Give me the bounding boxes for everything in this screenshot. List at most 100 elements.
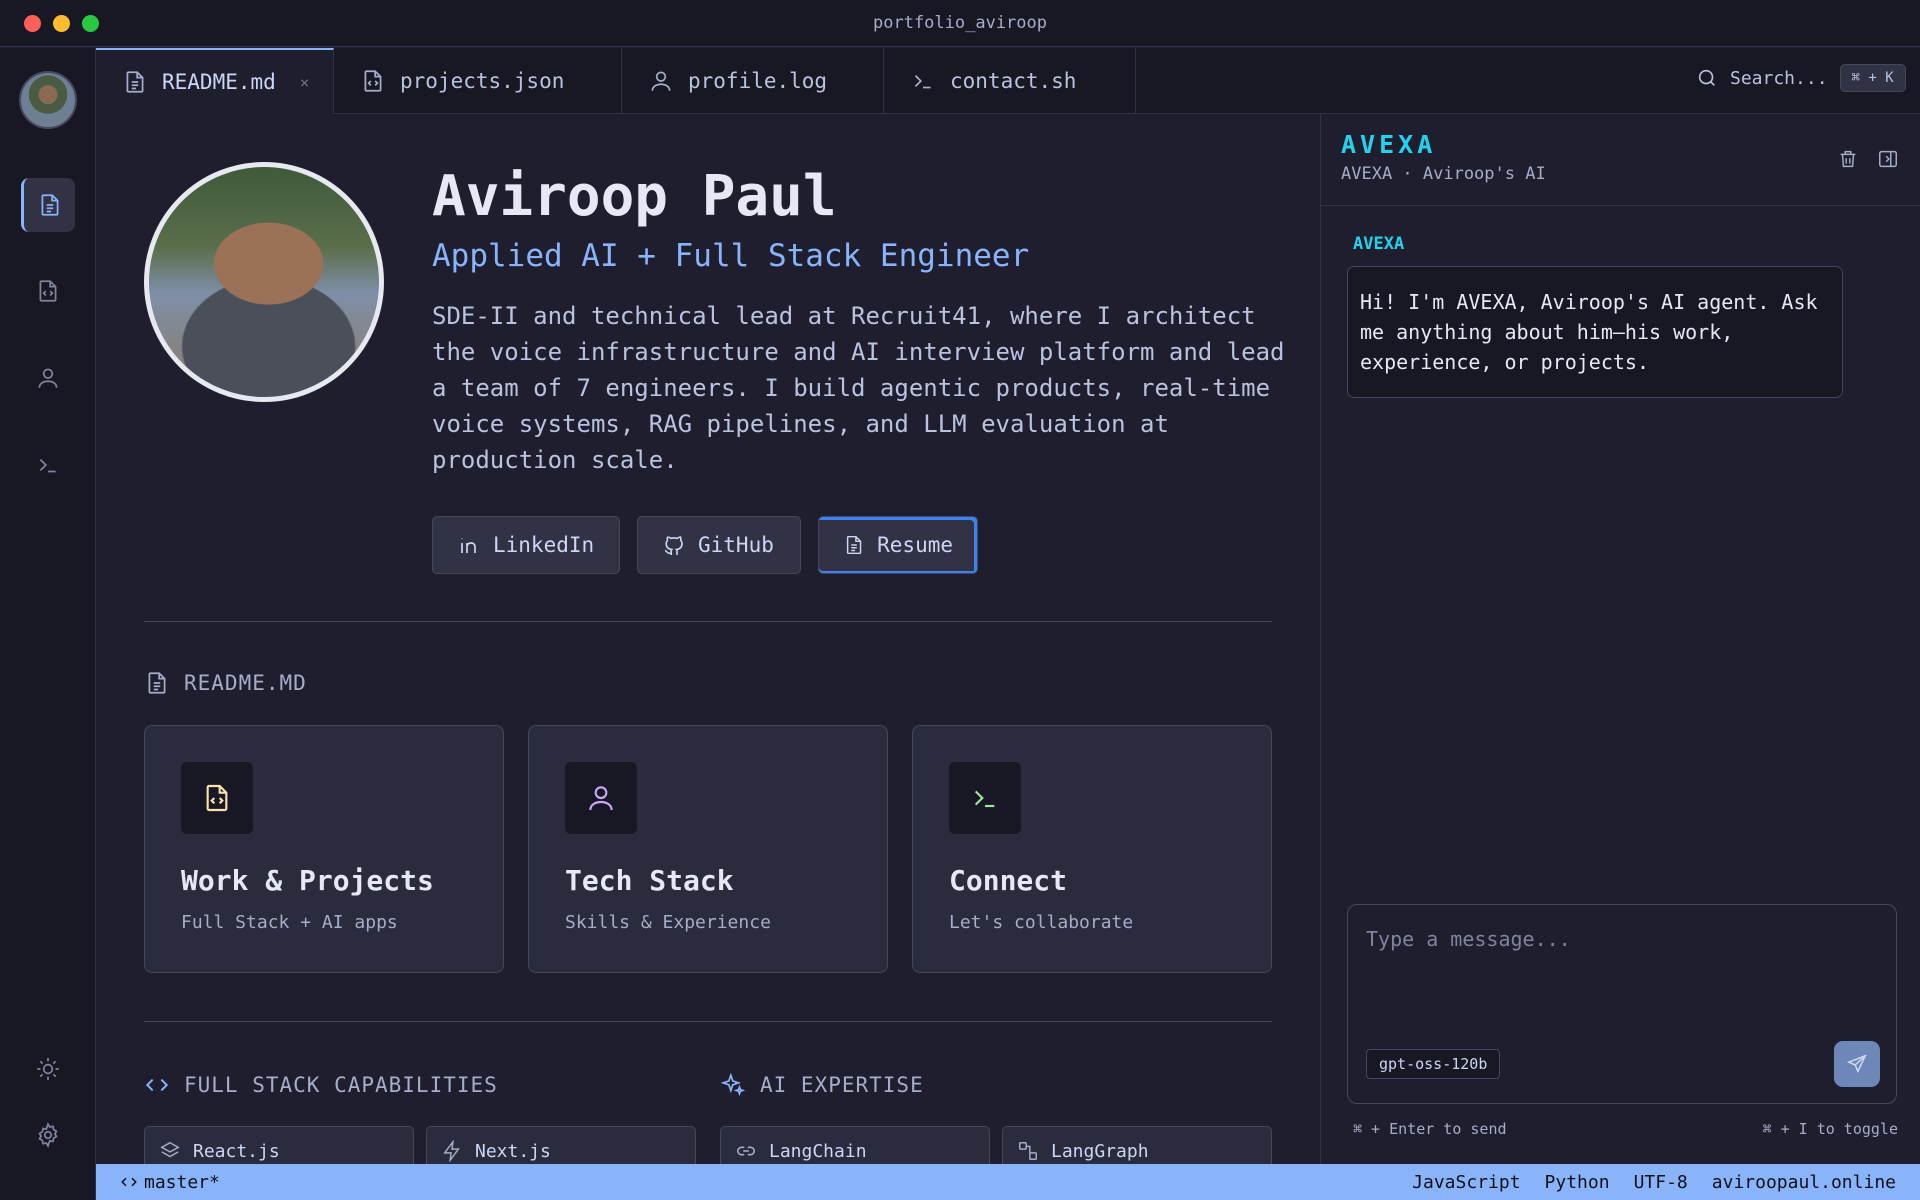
activity-profile-button[interactable] (21, 351, 75, 405)
theme-toggle-button[interactable] (21, 1042, 75, 1096)
chat-actions (1837, 148, 1899, 170)
user-icon (38, 368, 58, 388)
skill-chip-langchain: LangChain (720, 1126, 990, 1164)
tab-label: README.md (162, 70, 276, 94)
card-work-projects[interactable]: Work & Projects Full Stack + AI apps (144, 725, 504, 973)
linkedin-label: LinkedIn (493, 533, 595, 557)
resume-label: Resume (877, 533, 953, 557)
github-icon (664, 536, 683, 555)
send-hint: ⌘ + Enter to send (1353, 1120, 1507, 1138)
card-icon (565, 762, 637, 834)
avatar[interactable] (19, 71, 77, 129)
sun-icon (37, 1058, 59, 1080)
title-bar: portfolio_aviroop (0, 0, 1920, 47)
tab-profile[interactable]: profile.log (622, 48, 884, 114)
profile-photo (144, 162, 384, 402)
chat-header: AVEXA AVEXA · Aviroop's AI (1321, 114, 1920, 206)
layers-icon (160, 1141, 180, 1158)
message-input[interactable]: Type a message... (1366, 927, 1571, 951)
git-branch[interactable]: master* (120, 1172, 220, 1193)
file-code-icon (364, 70, 382, 92)
tab-label: profile.log (688, 69, 828, 93)
chat-message: Hi! I'm AVEXA, Aviroop's AI agent. Ask m… (1347, 266, 1843, 398)
status-domain[interactable]: aviroopaul.online (1712, 1172, 1896, 1193)
chat-brand: AVEXA (1341, 130, 1437, 159)
file-text-icon (41, 194, 58, 216)
model-selector[interactable]: gpt-oss-120b (1366, 1049, 1501, 1079)
linkedin-button[interactable]: LinkedIn (432, 516, 620, 574)
card-icon (181, 762, 253, 834)
github-label: GitHub (698, 533, 774, 557)
section-label: AI EXPERTISE (760, 1073, 924, 1097)
trash-icon[interactable] (1837, 148, 1859, 170)
card-title: Work & Projects (181, 864, 434, 897)
skill-chip-langgraph: LangGraph (1002, 1126, 1272, 1164)
settings-button[interactable] (21, 1108, 75, 1162)
code-icon (145, 1078, 169, 1092)
tab-label: projects.json (400, 69, 565, 93)
tab-contact[interactable]: contact.sh (884, 48, 1136, 114)
card-subtitle: Full Stack + AI apps (181, 912, 398, 933)
skill-label: LangGraph (1051, 1140, 1149, 1162)
file-text-icon (126, 71, 144, 93)
profile-role: Applied AI + Full Stack Engineer (432, 238, 1030, 274)
skill-label: LangChain (769, 1140, 867, 1162)
tab-projects[interactable]: projects.json (334, 48, 622, 114)
send-icon (1846, 1054, 1867, 1074)
send-button[interactable] (1834, 1041, 1880, 1087)
sidebar-toggle-icon[interactable] (1877, 148, 1899, 170)
card-connect[interactable]: Connect Let's collaborate (912, 725, 1272, 973)
card-subtitle: Let's collaborate (949, 912, 1134, 933)
branch-label: master* (144, 1171, 220, 1193)
profile-bio: SDE-II and technical lead at Recruit41, … (432, 302, 1285, 474)
file-text-icon (148, 672, 166, 694)
terminal-icon (39, 458, 56, 473)
activity-contact-button[interactable] (21, 438, 75, 492)
linkedin-icon (461, 538, 476, 553)
card-subtitle: Skills & Experience (565, 912, 771, 933)
skill-label: React.js (193, 1140, 280, 1162)
close-window-button[interactable] (24, 15, 41, 32)
readme-section-title: README.MD (144, 670, 307, 696)
ai-section-title: AI EXPERTISE (720, 1072, 924, 1098)
minimize-window-button[interactable] (53, 15, 70, 32)
skill-chip-nextjs: Next.js (426, 1126, 696, 1164)
chat-panel: AVEXA AVEXA · Aviroop's AI AVEXA Hi! I'm… (1320, 114, 1920, 1164)
status-bar: master* JavaScript Python UTF-8 aviroopa… (96, 1164, 1920, 1200)
section-label: README.MD (184, 671, 307, 695)
chat-subtitle: AVEXA · Aviroop's AI (1341, 164, 1546, 184)
resume-button[interactable]: Resume (818, 516, 978, 574)
sparkle-icon (720, 1072, 746, 1097)
maximize-window-button[interactable] (82, 15, 99, 32)
graph-icon (1019, 1142, 1037, 1160)
user-icon (651, 71, 671, 91)
activity-projects-button[interactable] (21, 264, 75, 318)
readme-content: Aviroop Paul Applied AI + Full Stack Eng… (96, 114, 1320, 1164)
status-language-python[interactable]: Python (1545, 1172, 1610, 1193)
search-shortcut: ⌘ + K (1839, 64, 1906, 92)
card-tech-stack[interactable]: Tech Stack Skills & Experience (528, 725, 888, 973)
card-icon (949, 762, 1021, 834)
search-label: Search... (1730, 67, 1828, 89)
search-icon (1698, 69, 1715, 86)
activity-bar (0, 48, 96, 1200)
status-language-js[interactable]: JavaScript (1412, 1172, 1520, 1193)
tab-bar: README.md × projects.json profile.log co… (96, 48, 1920, 114)
window-controls (24, 15, 99, 32)
search-button[interactable]: Search... ⌘ + K (1696, 64, 1906, 92)
skill-label: Next.js (475, 1140, 551, 1162)
gear-icon (38, 1122, 58, 1148)
tab-readme[interactable]: README.md × (96, 48, 334, 114)
message-composer[interactable]: Type a message... gpt-oss-120b (1347, 904, 1897, 1104)
github-button[interactable]: GitHub (637, 516, 801, 574)
message-author: AVEXA (1353, 234, 1405, 254)
section-label: FULL STACK CAPABILITIES (184, 1073, 498, 1097)
status-items: JavaScript Python UTF-8 aviroopaul.onlin… (1412, 1172, 1896, 1193)
activity-readme-button[interactable] (21, 178, 75, 232)
file-code-icon (39, 280, 57, 302)
card-title: Tech Stack (565, 864, 734, 897)
status-encoding[interactable]: UTF-8 (1634, 1172, 1688, 1193)
fullstack-section-title: FULL STACK CAPABILITIES (144, 1072, 498, 1098)
toggle-hint: ⌘ + I to toggle (1762, 1120, 1898, 1138)
close-tab-button[interactable]: × (300, 73, 310, 92)
